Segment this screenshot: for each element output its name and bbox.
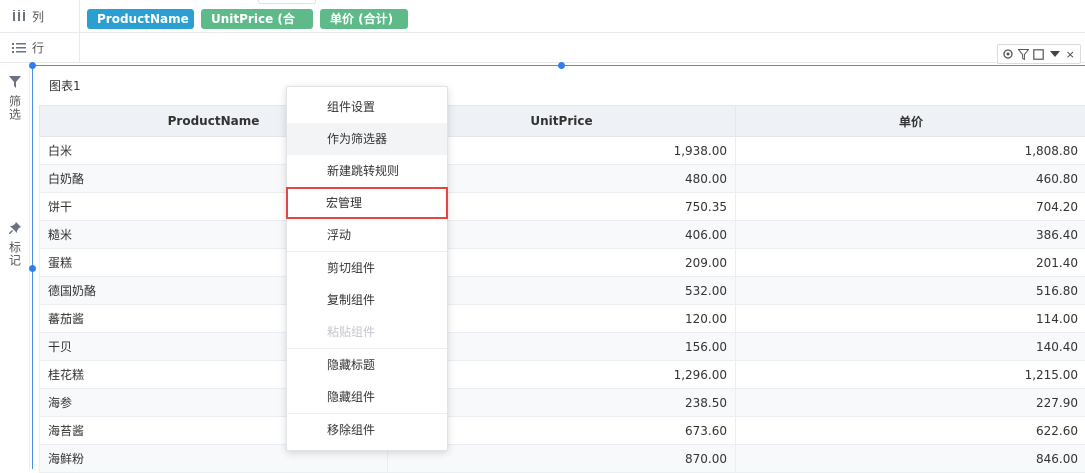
table-row[interactable]: 白奶酪480.00460.80 bbox=[40, 165, 1085, 193]
menu-item-remove-component[interactable]: 移除组件 bbox=[287, 413, 447, 446]
cell-price: 460.80 bbox=[736, 165, 1085, 193]
table-row[interactable]: 海鲜粉870.00846.00 bbox=[40, 445, 1085, 473]
columns-label-text: 列 bbox=[32, 8, 44, 25]
menu-item-hide-title[interactable]: 隐藏标题 bbox=[287, 348, 447, 381]
menu-item-new-jump-rule[interactable]: 新建跳转规则 bbox=[287, 155, 447, 187]
resize-handle-tl[interactable] bbox=[29, 62, 36, 69]
columns-shelf-label: 列 bbox=[0, 0, 80, 32]
cell-price: 1,215.00 bbox=[736, 361, 1085, 389]
menu-item-paste: 粘贴组件 bbox=[287, 316, 447, 348]
rail-mark-label: 标记 bbox=[7, 241, 24, 267]
rail-filter[interactable]: 筛选 bbox=[0, 76, 30, 121]
menu-item-macro-management[interactable]: 宏管理 bbox=[286, 187, 448, 219]
filter-icon bbox=[9, 76, 21, 91]
menu-item-float[interactable]: 浮动 bbox=[287, 219, 447, 251]
cell-price: 516.80 bbox=[736, 277, 1085, 305]
table-row[interactable]: 海苔酱673.60622.60 bbox=[40, 417, 1085, 445]
data-table: ProductName UnitPrice 单价 白米1,938.001,808… bbox=[39, 105, 1085, 473]
close-icon[interactable]: × bbox=[1063, 47, 1077, 61]
cell-price: 114.00 bbox=[736, 305, 1085, 333]
cell-price: 386.40 bbox=[736, 221, 1085, 249]
menu-item-copy[interactable]: 复制组件 bbox=[287, 284, 447, 316]
table-row[interactable]: 蛋糕209.00201.40 bbox=[40, 249, 1085, 277]
columns-shelf: 列 ProductName UnitPrice (合计) 单价 (合计) bbox=[0, 0, 1085, 33]
chart-widget[interactable]: × 图表1 ProductName UnitPrice 单价 白米1,938.0… bbox=[32, 65, 1085, 469]
filter-icon[interactable] bbox=[1016, 47, 1030, 61]
maximize-icon[interactable] bbox=[1032, 47, 1046, 61]
menu-item-use-as-filter[interactable]: 作为筛选器 bbox=[287, 123, 447, 155]
table-row[interactable]: 海参238.50227.90 bbox=[40, 389, 1085, 417]
table-row[interactable]: 饼干750.35704.20 bbox=[40, 193, 1085, 221]
pin-icon bbox=[9, 222, 21, 237]
table-row[interactable]: 糙米406.00386.40 bbox=[40, 221, 1085, 249]
table-row[interactable]: 德国奶酪532.00516.80 bbox=[40, 277, 1085, 305]
cell-price: 201.40 bbox=[736, 249, 1085, 277]
pill-unitprice-sum[interactable]: UnitPrice (合计) bbox=[201, 9, 313, 29]
menu-item-cut[interactable]: 剪切组件 bbox=[287, 251, 447, 284]
rows-label-text: 行 bbox=[32, 39, 44, 56]
settings-icon[interactable] bbox=[1001, 47, 1015, 61]
table-row[interactable]: 干贝156.00140.40 bbox=[40, 333, 1085, 361]
cell-price: 622.60 bbox=[736, 417, 1085, 445]
pill-price-sum[interactable]: 单价 (合计) bbox=[320, 9, 408, 29]
rows-shelf-label: 行 bbox=[0, 33, 80, 62]
menu-item-hide-component[interactable]: 隐藏组件 bbox=[287, 381, 447, 413]
rail-mark[interactable]: 标记 bbox=[0, 222, 30, 267]
left-rail: 筛选 标记 bbox=[0, 64, 30, 469]
menu-item-component-settings[interactable]: 组件设置 bbox=[287, 91, 447, 123]
table-header-row: ProductName UnitPrice 单价 bbox=[40, 106, 1085, 137]
widget-toolbar: × bbox=[997, 44, 1081, 64]
table-row[interactable]: 蕃茄酱120.00114.00 bbox=[40, 305, 1085, 333]
table-row[interactable]: 桂花糕1,296.001,215.00 bbox=[40, 361, 1085, 389]
columns-icon bbox=[12, 10, 26, 22]
widget-title: 图表1 bbox=[49, 77, 81, 94]
rail-filter-label: 筛选 bbox=[7, 95, 24, 121]
resize-handle-left[interactable] bbox=[29, 265, 36, 272]
pill-productname[interactable]: ProductName bbox=[87, 9, 194, 29]
cell-price: 227.90 bbox=[736, 389, 1085, 417]
header-price[interactable]: 单价 bbox=[736, 106, 1085, 137]
context-menu: 组件设置 作为筛选器 新建跳转规则 宏管理 浮动 剪切组件 复制组件 粘贴组件 … bbox=[286, 86, 448, 451]
cell-price: 140.40 bbox=[736, 333, 1085, 361]
cell-price: 846.00 bbox=[736, 445, 1085, 473]
rows-shelf[interactable]: 行 bbox=[0, 33, 1085, 63]
table-row[interactable]: 白米1,938.001,808.80 bbox=[40, 137, 1085, 165]
rows-icon bbox=[12, 42, 26, 54]
cell-price: 1,808.80 bbox=[736, 137, 1085, 165]
cell-price: 704.20 bbox=[736, 193, 1085, 221]
resize-handle-top[interactable] bbox=[558, 62, 565, 69]
dropdown-icon[interactable] bbox=[1048, 47, 1062, 61]
